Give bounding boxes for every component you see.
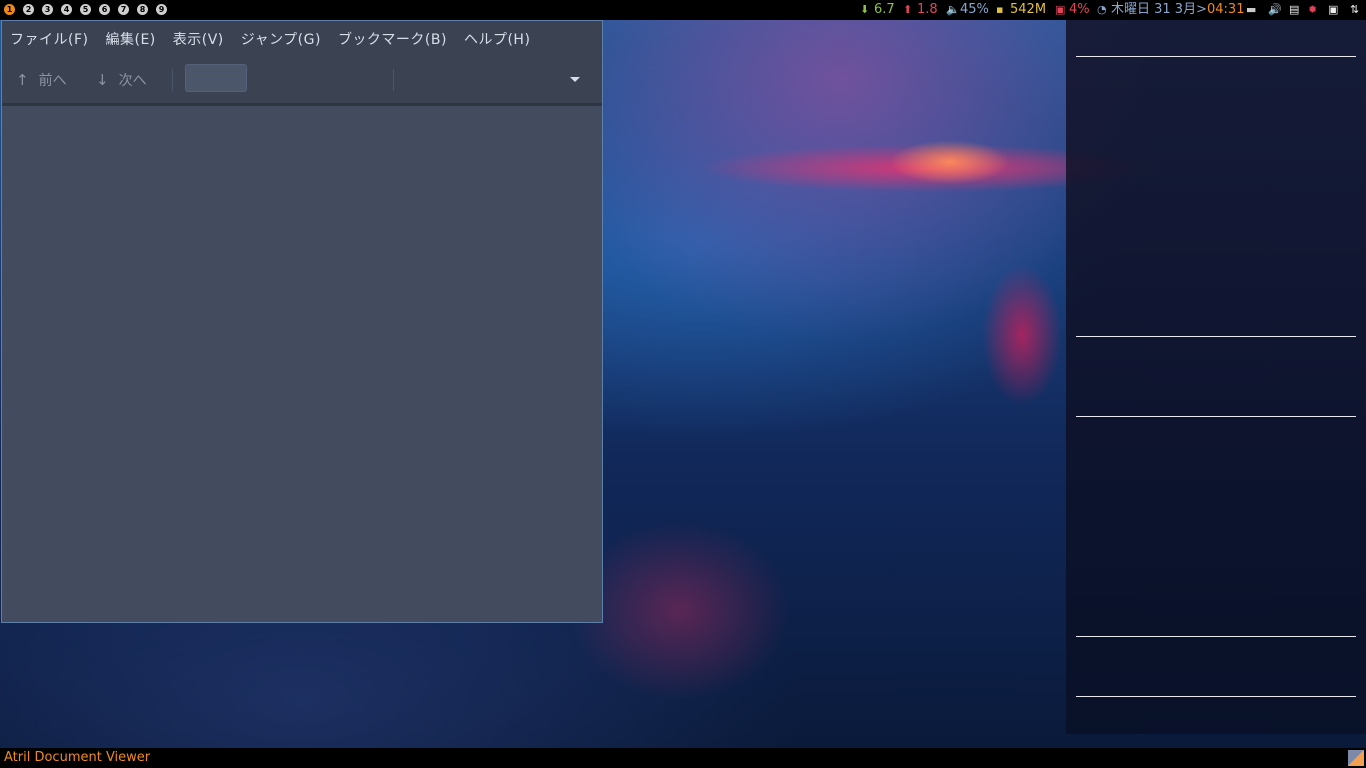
workspace-7[interactable]: 7 <box>118 4 129 15</box>
atril-window: ファイル(F) 編集(E) 表示(V) ジャンプ(G) ブックマーク(B) ヘル… <box>1 20 603 623</box>
focused-window-title: Atril Document Viewer <box>4 750 151 765</box>
previous-page-button[interactable]: ↑ 前へ <box>16 69 67 91</box>
layout-indicator-icon[interactable] <box>1348 750 1364 766</box>
desktop-side-panel <box>1066 20 1366 734</box>
clipboard-icon[interactable]: ▤ <box>1289 2 1299 18</box>
time-separator: > <box>1196 2 1207 17</box>
workspace-8[interactable]: 8 <box>137 4 148 15</box>
arrow-up-icon: ↑ <box>16 71 29 89</box>
zoom-dropdown-arrow-icon[interactable] <box>570 77 580 82</box>
top-status-bar: 1 2 3 4 5 6 7 8 9 ⬇ 6.7 ⬆ 1.8 🔈 45% ▪ 54… <box>0 0 1366 20</box>
date-text: 木曜日 31 3月 <box>1111 2 1197 17</box>
menu-bookmarks[interactable]: ブックマーク(B) <box>338 29 447 49</box>
menu-help[interactable]: ヘルプ(H) <box>464 29 530 49</box>
upload-icon: ⬆ <box>903 3 913 16</box>
toolbar-separator <box>393 69 394 91</box>
arrow-down-icon: ↓ <box>96 71 109 89</box>
volume-icon[interactable]: 🔊 <box>1268 2 1282 18</box>
menu-bar: ファイル(F) 編集(E) 表示(V) ジャンプ(G) ブックマーク(B) ヘル… <box>2 21 602 57</box>
panel-divider <box>1076 336 1356 337</box>
workspace-1[interactable]: 1 <box>4 4 15 15</box>
network-arrows-icon[interactable]: ⇅ <box>1350 2 1359 18</box>
panel-divider <box>1076 696 1356 697</box>
memory-value: 542M <box>1010 2 1047 17</box>
workspace-6[interactable]: 6 <box>99 4 110 15</box>
screenshot-icon[interactable]: ▣ <box>1328 2 1338 18</box>
net-down-value: 6.7 <box>874 2 895 17</box>
workspace-2[interactable]: 2 <box>23 4 34 15</box>
workspace-3[interactable]: 3 <box>42 4 53 15</box>
keyboard-icon[interactable]: ▬ <box>1246 2 1256 18</box>
next-label: 次へ <box>118 73 147 89</box>
workspace-9[interactable]: 9 <box>156 4 167 15</box>
panel-divider <box>1076 416 1356 417</box>
toolbar: ↑ 前へ ↓ 次へ <box>2 57 602 106</box>
next-page-button[interactable]: ↓ 次へ <box>96 69 147 91</box>
cpu-icon: ▣ <box>1055 3 1066 16</box>
panel-divider <box>1076 636 1356 637</box>
time-text: 04:31 <box>1207 2 1245 17</box>
workspace-4[interactable]: 4 <box>61 4 72 15</box>
download-icon: ⬇ <box>860 3 870 16</box>
previous-label: 前へ <box>38 73 67 89</box>
bottom-status-bar: Atril Document Viewer <box>0 748 1366 768</box>
settings-gear-icon[interactable]: ✹ <box>1308 2 1317 18</box>
document-view[interactable] <box>2 106 602 622</box>
memory-icon: ▪ <box>996 3 1004 16</box>
menu-edit[interactable]: 編集(E) <box>105 29 155 49</box>
menu-file[interactable]: ファイル(F) <box>10 29 88 49</box>
toolbar-separator <box>172 69 173 91</box>
cpu-value: 4% <box>1069 2 1090 17</box>
workspace-5[interactable]: 5 <box>80 4 91 15</box>
volume-value: 45% <box>960 2 989 17</box>
page-number-input[interactable] <box>185 64 247 92</box>
speaker-icon: 🔈 <box>946 3 960 16</box>
panel-divider <box>1076 56 1356 57</box>
menu-go[interactable]: ジャンプ(G) <box>241 29 321 49</box>
menu-view[interactable]: 表示(V) <box>173 29 224 49</box>
clock-icon: ◔ <box>1097 3 1107 16</box>
net-up-value: 1.8 <box>917 2 938 17</box>
